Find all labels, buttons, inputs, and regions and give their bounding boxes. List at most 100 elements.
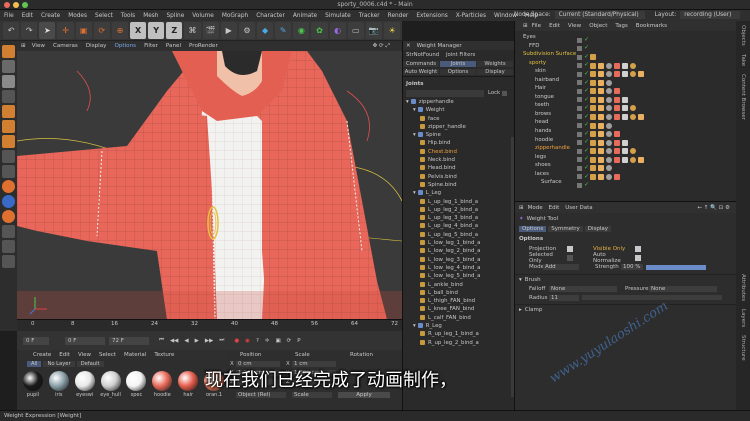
expand-arrow-icon[interactable]: ▾ [406, 99, 409, 105]
light-icon[interactable]: ☀ [383, 22, 401, 39]
joint-list-item[interactable]: R_up_leg_2_bind_a [406, 339, 514, 347]
material-menu-create[interactable]: Create [33, 352, 51, 358]
menu-item-x-particles[interactable]: X-Particles [456, 13, 486, 19]
wm-tab-display[interactable]: Display [477, 69, 513, 75]
material-menu-view[interactable]: View [78, 352, 91, 358]
material-swatch[interactable]: iris [47, 370, 71, 398]
dock-tab-take[interactable]: Take [740, 54, 746, 66]
axis-y-button[interactable]: Y [148, 22, 165, 39]
auto-normalize-checkbox[interactable] [635, 254, 641, 261]
snap-icon[interactable] [2, 180, 15, 193]
viewport-menu-prorender[interactable]: ProRender [189, 43, 218, 49]
prev-frame-icon[interactable]: ◀ [184, 338, 188, 344]
enabled-check-icon[interactable]: ✓ [584, 181, 590, 190]
recent-tool-icon[interactable]: ⊕ [111, 22, 128, 39]
visibility-dots-icon[interactable] [577, 182, 582, 188]
joint-list-item[interactable]: L_low_leg_4_bind_a [406, 264, 514, 272]
om-menu-bookmarks[interactable]: Bookmarks [636, 23, 667, 29]
subdivision-icon[interactable]: ◉ [293, 22, 310, 39]
select-icon[interactable]: ➤ [39, 22, 56, 39]
points-mode-icon[interactable] [2, 105, 15, 118]
joint-filters-button[interactable]: Joint Filters [446, 52, 475, 58]
expand-arrow-icon[interactable]: ▾ [413, 132, 416, 138]
menu-item-render[interactable]: Render [388, 13, 409, 19]
material-menu-edit[interactable]: Edit [59, 352, 70, 358]
coordinate-system-icon[interactable]: ⌘ [184, 22, 201, 39]
weight-manager-close-icon[interactable]: ✕ [406, 43, 411, 49]
joint-list-item[interactable]: face [406, 115, 514, 123]
joint-list-item[interactable]: L_knee_FAN_bind [406, 305, 514, 313]
attr-menu-mode[interactable]: Mode [528, 205, 543, 211]
object-row[interactable]: legs ✓ [519, 153, 736, 163]
solo-icon[interactable] [2, 240, 15, 253]
joint-list-item[interactable]: Neck.bind [406, 156, 514, 164]
material-swatch[interactable]: eyeswi [73, 370, 97, 398]
viewport-menu-view[interactable]: View [32, 43, 45, 49]
viewport-menu-filter[interactable]: Filter [144, 43, 158, 49]
joint-list-item[interactable]: L_up_leg_3_bind_a [406, 214, 514, 222]
cloner-icon[interactable]: ✿ [311, 22, 328, 39]
uv-mode-icon[interactable] [2, 150, 15, 163]
joint-list-item[interactable]: L_up_leg_1_bind_a [406, 198, 514, 206]
redo-icon[interactable]: ↷ [21, 22, 38, 39]
menu-item-edit[interactable]: Edit [22, 13, 33, 19]
viewport-controls-icon[interactable]: ✥ ⟳ ⤢ [373, 43, 390, 50]
joints-search-field[interactable] [406, 89, 484, 97]
om-menu-view[interactable]: View [568, 23, 581, 29]
axis-x-button[interactable]: X [129, 22, 147, 39]
brush-expand-icon[interactable]: ▾ [519, 277, 522, 283]
render-settings-icon[interactable]: ⚙ [238, 22, 255, 39]
rotate-icon[interactable]: ⟳ [93, 22, 110, 39]
menu-item-simulate[interactable]: Simulate [325, 13, 351, 19]
joint-list-item[interactable]: L_ankle_bind [406, 281, 514, 289]
wm-tab-commands[interactable]: Commands [403, 60, 439, 67]
pressure-select[interactable]: None [649, 285, 717, 292]
menu-item-animate[interactable]: Animate [293, 13, 317, 19]
menu-item-mograph[interactable]: MoGraph [222, 13, 248, 19]
joint-list-item[interactable]: ▾ R_Leg [406, 322, 514, 330]
material-menu-texture[interactable]: Texture [154, 352, 174, 358]
attr-menu-userdata[interactable]: User Data [565, 205, 592, 211]
object-row[interactable]: Hair ✓ [519, 84, 736, 95]
cube-icon[interactable]: ◆ [256, 22, 274, 39]
menu-item-create[interactable]: Create [41, 13, 60, 19]
joint-list-item[interactable]: Head.bind [406, 164, 514, 172]
autokey-icon[interactable]: ◉ [245, 338, 250, 344]
dock-tab-content-browser[interactable]: Content Browser [740, 74, 746, 120]
joint-list-item[interactable]: L_up_leg_5_bind_a [406, 231, 514, 239]
axis-mode-icon[interactable] [2, 165, 15, 178]
joint-list-item[interactable]: L_calf_FAN_bind [406, 314, 514, 322]
snap-settings-icon[interactable] [2, 195, 15, 208]
goto-end-icon[interactable]: ⏭ [219, 337, 224, 344]
camera-icon[interactable]: 📷 [365, 22, 382, 39]
tab-options[interactable]: Options [519, 226, 547, 232]
om-menu-file[interactable]: File [532, 23, 541, 29]
joint-list-item[interactable]: L_low_leg_3_bind_a [406, 256, 514, 264]
viewport-nav-icon[interactable]: ⊞ [21, 43, 26, 49]
material-menu-material[interactable]: Material [124, 352, 146, 358]
tab-symmetry[interactable]: Symmetry [548, 226, 583, 232]
object-row[interactable]: brows ✓ [519, 110, 736, 120]
minimize-window-button[interactable] [13, 2, 19, 8]
joint-list-item[interactable]: R_up_leg_1_bind_a [406, 330, 514, 338]
object-manager-nav-icon[interactable]: ⊞ [523, 23, 528, 29]
menu-item-character[interactable]: Character [256, 13, 285, 19]
model-mode-icon[interactable] [2, 60, 15, 73]
object-row[interactable]: laces ✓ [519, 170, 736, 180]
close-window-button[interactable] [4, 2, 10, 8]
object-row[interactable]: Subdivision Surface ✓ [519, 50, 736, 61]
joint-list-item[interactable]: Pelvis.bind [406, 173, 514, 181]
wm-tab-options[interactable]: Options [440, 69, 476, 75]
om-menu-object[interactable]: Object [589, 23, 607, 29]
object-row[interactable]: teeth ✓ [519, 101, 736, 112]
render-picture-icon[interactable]: ▶ [220, 22, 237, 39]
coord-mode-select[interactable]: Object (Rel) [236, 391, 286, 398]
strength-slider[interactable] [646, 264, 706, 270]
start-frame-field[interactable]: 0 F [65, 336, 105, 345]
goto-start-icon[interactable]: ⏮ [159, 337, 164, 344]
joint-list-item[interactable]: L_low_leg_2_bind_a [406, 247, 514, 255]
material-filter-default[interactable]: Default [76, 360, 104, 367]
joint-list-item[interactable]: L_ball_bind [406, 289, 514, 297]
joint-list-item[interactable]: ▾ zipperhandle [406, 98, 514, 106]
menu-item-tools[interactable]: Tools [121, 13, 135, 19]
